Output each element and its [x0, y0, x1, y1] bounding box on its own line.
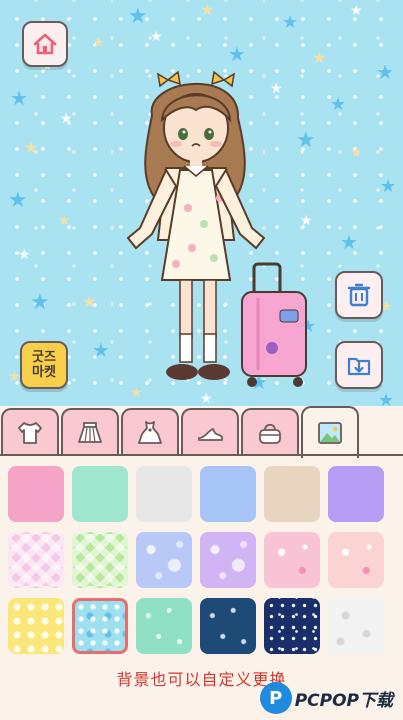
background-swatch-1[interactable]: [8, 466, 64, 522]
background-star-icon: ★: [24, 138, 39, 157]
background-star-icon: ★: [8, 188, 28, 213]
background-swatch-14[interactable]: [72, 598, 128, 654]
download-folder-icon: [347, 357, 371, 376]
background-star-icon: ★: [350, 3, 363, 19]
background-swatch-15[interactable]: [136, 598, 192, 654]
tshirt-icon: [18, 422, 42, 444]
shoe-icon: [198, 428, 223, 441]
background-star-icon: ★: [340, 230, 358, 254]
picture-icon: [318, 422, 342, 444]
background-swatch-17[interactable]: [264, 598, 320, 654]
tabs-divider: [0, 454, 403, 456]
background-star-icon: ★: [376, 60, 394, 84]
background-swatch-16[interactable]: [200, 598, 256, 654]
bag-icon: [259, 423, 281, 444]
background-star-icon: ★: [30, 290, 50, 315]
background-swatch-6[interactable]: [328, 466, 384, 522]
background-star-icon: ★: [282, 12, 299, 33]
save-button[interactable]: [335, 341, 383, 389]
background-star-icon: ★: [58, 213, 71, 229]
category-tabs: [0, 406, 403, 458]
background-star-icon: ★: [128, 4, 148, 29]
background-star-icon: ★: [18, 247, 31, 263]
background-star-icon: ★: [150, 29, 163, 45]
background-star-icon: ★: [8, 369, 21, 385]
watermark-logo: P PCPOP下载: [259, 680, 393, 716]
background-star-icon: ★: [82, 292, 97, 311]
background-star-icon: ★: [380, 176, 397, 197]
skirt-icon: [78, 422, 102, 443]
background-swatch-10[interactable]: [200, 532, 256, 588]
background-star-icon: ★: [330, 94, 347, 115]
girl-character: [126, 70, 307, 387]
trash-button[interactable]: [335, 271, 383, 319]
background-swatch-18[interactable]: [328, 598, 384, 654]
pink-suitcase: [241, 262, 307, 387]
background-swatch-13[interactable]: [8, 598, 64, 654]
background-swatch-4[interactable]: [200, 466, 256, 522]
trash-icon: [347, 283, 371, 307]
goods-market-button[interactable]: 굿즈 마켓: [20, 341, 68, 389]
background-swatch-9[interactable]: [136, 532, 192, 588]
background-swatch-12[interactable]: [328, 532, 384, 588]
background-swatch-grid: [8, 466, 398, 654]
home-icon: [33, 33, 57, 55]
background-swatch-5[interactable]: [264, 466, 320, 522]
background-swatch-3[interactable]: [136, 466, 192, 522]
tab-skirts[interactable]: [61, 408, 119, 456]
home-button[interactable]: [22, 21, 68, 67]
background-star-icon: ★: [350, 145, 363, 161]
tab-tops[interactable]: [1, 408, 59, 456]
background-star-icon: ★: [60, 111, 73, 127]
hair-bow-right: [211, 70, 236, 88]
background-swatch-2[interactable]: [72, 466, 128, 522]
watermark-mark: P: [259, 682, 292, 714]
dressup-scene: ★★★★★★★★★★★★★★★★★★★★★★★★★★★★★★★★★★ 굿즈 마켓: [0, 0, 403, 410]
tab-dresses[interactable]: [121, 408, 179, 456]
background-star-icon: ★: [92, 35, 105, 51]
background-star-icon: ★: [200, 0, 215, 19]
watermark-text: PCPOP下载: [294, 690, 393, 711]
hair-bow-left: [156, 70, 181, 88]
tab-shoes[interactable]: [181, 408, 239, 456]
background-swatch-7[interactable]: [8, 532, 64, 588]
tab-bags[interactable]: [241, 408, 299, 456]
tab-backgrounds[interactable]: [301, 406, 359, 458]
background-star-icon: ★: [10, 86, 28, 110]
dress-icon: [138, 421, 162, 444]
background-swatch-8[interactable]: [72, 532, 128, 588]
background-swatch-11[interactable]: [264, 532, 320, 588]
